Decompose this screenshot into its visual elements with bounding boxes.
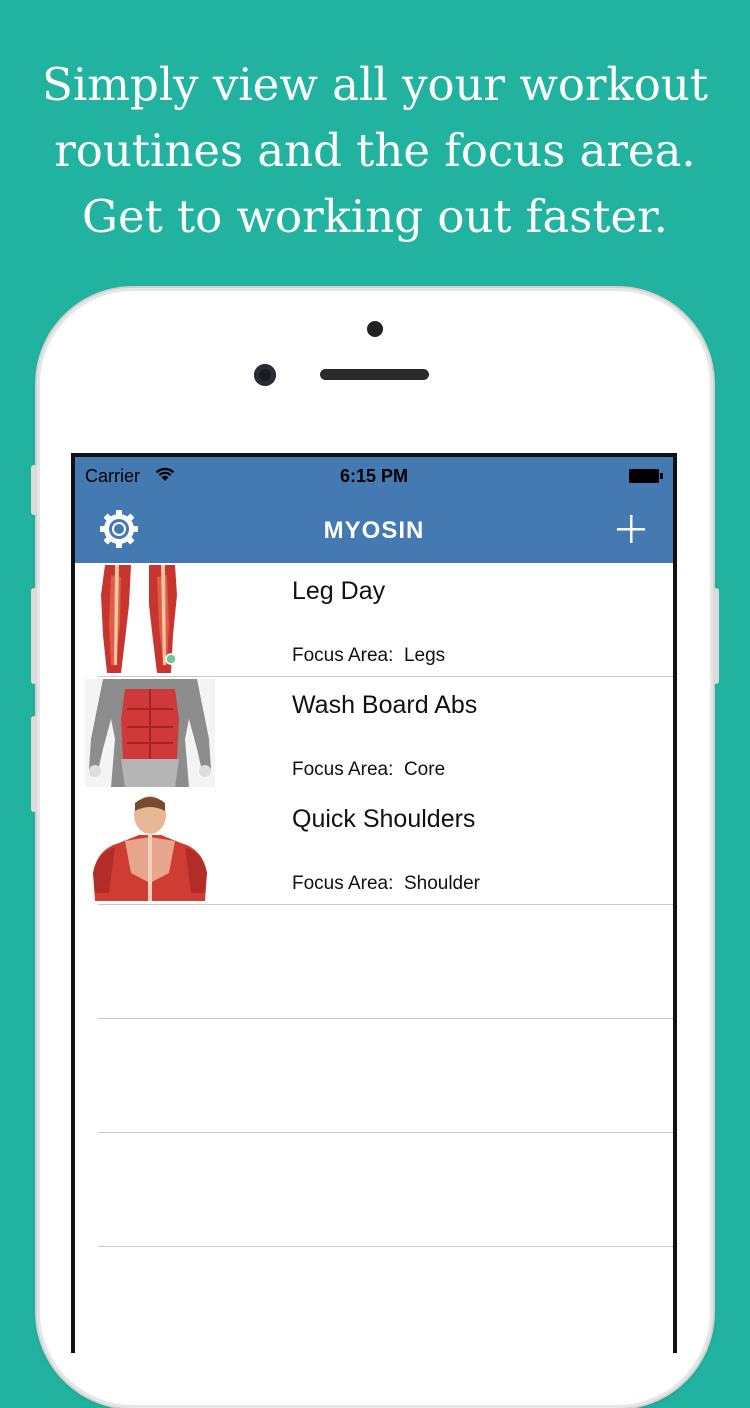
earpiece-speaker bbox=[320, 369, 429, 380]
headline-line-3: Get to working out faster. bbox=[82, 190, 668, 243]
workout-row[interactable]: Leg Day Focus Area: Legs bbox=[75, 563, 673, 677]
workout-focus: Focus Area: Shoulder bbox=[292, 873, 480, 895]
app-screen: Carrier 6:15 PM MYOSIN Leg Day Focus Are… bbox=[75, 457, 673, 1353]
phone-power-button bbox=[713, 588, 719, 684]
status-time: 6:15 PM bbox=[339, 466, 409, 486]
focus-label: Focus Area: bbox=[292, 645, 394, 666]
row-divider bbox=[98, 1246, 673, 1247]
headline-line-1: Simply view all your workout bbox=[42, 58, 708, 111]
phone-mute-switch bbox=[31, 465, 37, 515]
status-bar: Carrier 6:15 PM bbox=[75, 457, 673, 497]
focus-label: Focus Area: bbox=[292, 873, 394, 894]
headline-line-2: routines and the focus area. bbox=[54, 124, 696, 177]
marketing-headline: Simply view all your workout routines an… bbox=[0, 52, 750, 250]
focus-value: Core bbox=[403, 759, 446, 780]
empty-row bbox=[75, 905, 673, 1019]
workout-focus: Focus Area: Legs bbox=[292, 645, 445, 667]
focus-value: Shoulder bbox=[403, 873, 481, 894]
app-title: MYOSIN bbox=[323, 517, 425, 544]
phone-volume-down bbox=[31, 716, 37, 812]
focus-value: Legs bbox=[403, 645, 446, 666]
proximity-sensor bbox=[367, 321, 383, 337]
workout-list: Leg Day Focus Area: Legs Wash Board Abs … bbox=[75, 563, 673, 1247]
phone-screen: Carrier 6:15 PM MYOSIN Leg Day Focus Are… bbox=[71, 453, 677, 1353]
battery-icon bbox=[629, 469, 663, 483]
empty-row bbox=[75, 1133, 673, 1247]
workout-focus: Focus Area: Core bbox=[292, 759, 445, 781]
front-camera bbox=[254, 364, 276, 386]
navigation-bar: MYOSIN bbox=[75, 497, 673, 563]
workout-title: Wash Board Abs bbox=[292, 691, 478, 719]
workout-title: Quick Shoulders bbox=[292, 805, 476, 833]
legs-muscle-image bbox=[85, 565, 215, 673]
phone-volume-up bbox=[31, 588, 37, 684]
empty-row bbox=[75, 1019, 673, 1133]
shoulders-muscle-image bbox=[85, 793, 215, 901]
plus-icon[interactable] bbox=[611, 509, 651, 549]
abs-muscle-image bbox=[85, 679, 215, 787]
workout-title: Leg Day bbox=[292, 577, 386, 605]
workout-row[interactable]: Quick Shoulders Focus Area: Shoulder bbox=[75, 791, 673, 905]
workout-row[interactable]: Wash Board Abs Focus Area: Core bbox=[75, 677, 673, 791]
focus-label: Focus Area: bbox=[292, 759, 394, 780]
